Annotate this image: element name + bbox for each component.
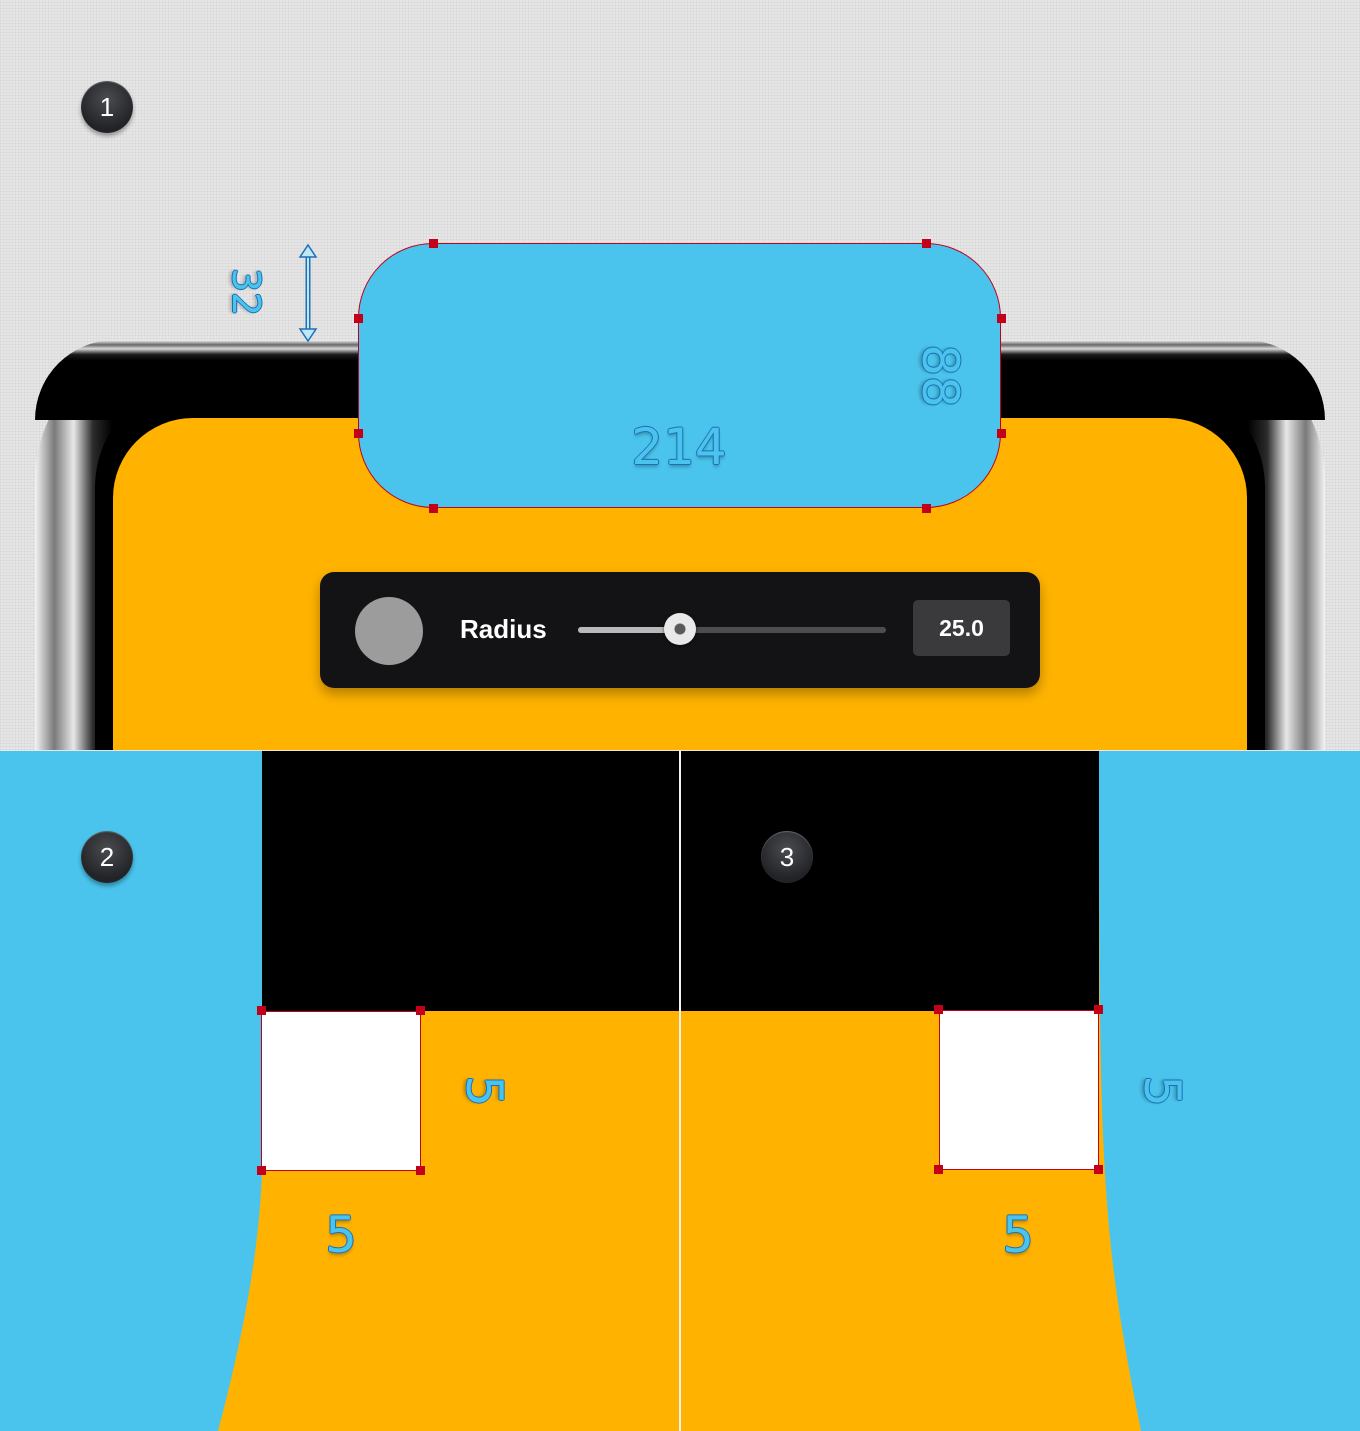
anchor-point[interactable] xyxy=(354,314,363,323)
anchor-point[interactable] xyxy=(416,1006,425,1015)
square-width-label: 5 xyxy=(1002,1206,1034,1264)
step-badge-2: 2 xyxy=(81,831,133,883)
anchor-point[interactable] xyxy=(997,314,1006,323)
radius-preview-circle xyxy=(355,597,423,665)
anchor-point[interactable] xyxy=(934,1165,943,1174)
double-arrow-icon xyxy=(298,243,318,343)
step-badge-3: 3 xyxy=(761,831,813,883)
anchor-point[interactable] xyxy=(354,429,363,438)
width-dimension-label: 214 xyxy=(631,418,727,476)
height-dimension-label: 88 xyxy=(911,344,969,408)
offset-dimension-label: 32 xyxy=(224,267,268,317)
corner-square[interactable] xyxy=(939,1010,1099,1170)
radius-panel: Radius 25.0 xyxy=(320,572,1040,688)
square-height-label: 5 xyxy=(1133,1075,1191,1107)
anchor-point[interactable] xyxy=(1094,1005,1103,1014)
anchor-point[interactable] xyxy=(1094,1165,1103,1174)
anchor-point[interactable] xyxy=(257,1166,266,1175)
step-3-illustration: 3 5 5 xyxy=(681,751,1360,1431)
radius-label: Radius xyxy=(460,614,547,644)
radius-value-field[interactable]: 25.0 xyxy=(913,600,1010,656)
anchor-point[interactable] xyxy=(257,1006,266,1015)
anchor-point[interactable] xyxy=(934,1005,943,1014)
anchor-point[interactable] xyxy=(429,504,438,513)
square-width-label: 5 xyxy=(325,1206,357,1264)
anchor-point[interactable] xyxy=(922,239,931,248)
step-number: 3 xyxy=(779,841,795,872)
anchor-point[interactable] xyxy=(997,429,1006,438)
anchor-point[interactable] xyxy=(922,504,931,513)
radius-slider-track[interactable] xyxy=(578,627,886,633)
step-2-illustration: 2 5 5 xyxy=(0,751,679,1431)
step-number: 2 xyxy=(99,841,115,872)
anchor-point[interactable] xyxy=(429,239,438,248)
step-number: 1 xyxy=(99,91,115,122)
corner-square[interactable] xyxy=(261,1011,421,1171)
radius-slider-thumb[interactable] xyxy=(663,613,696,645)
step-badge-1: 1 xyxy=(81,81,133,133)
step-1-illustration: 1 32 214 88 Radius 25.0 xyxy=(0,0,1360,750)
square-height-label: 5 xyxy=(455,1075,513,1107)
anchor-point[interactable] xyxy=(416,1166,425,1175)
